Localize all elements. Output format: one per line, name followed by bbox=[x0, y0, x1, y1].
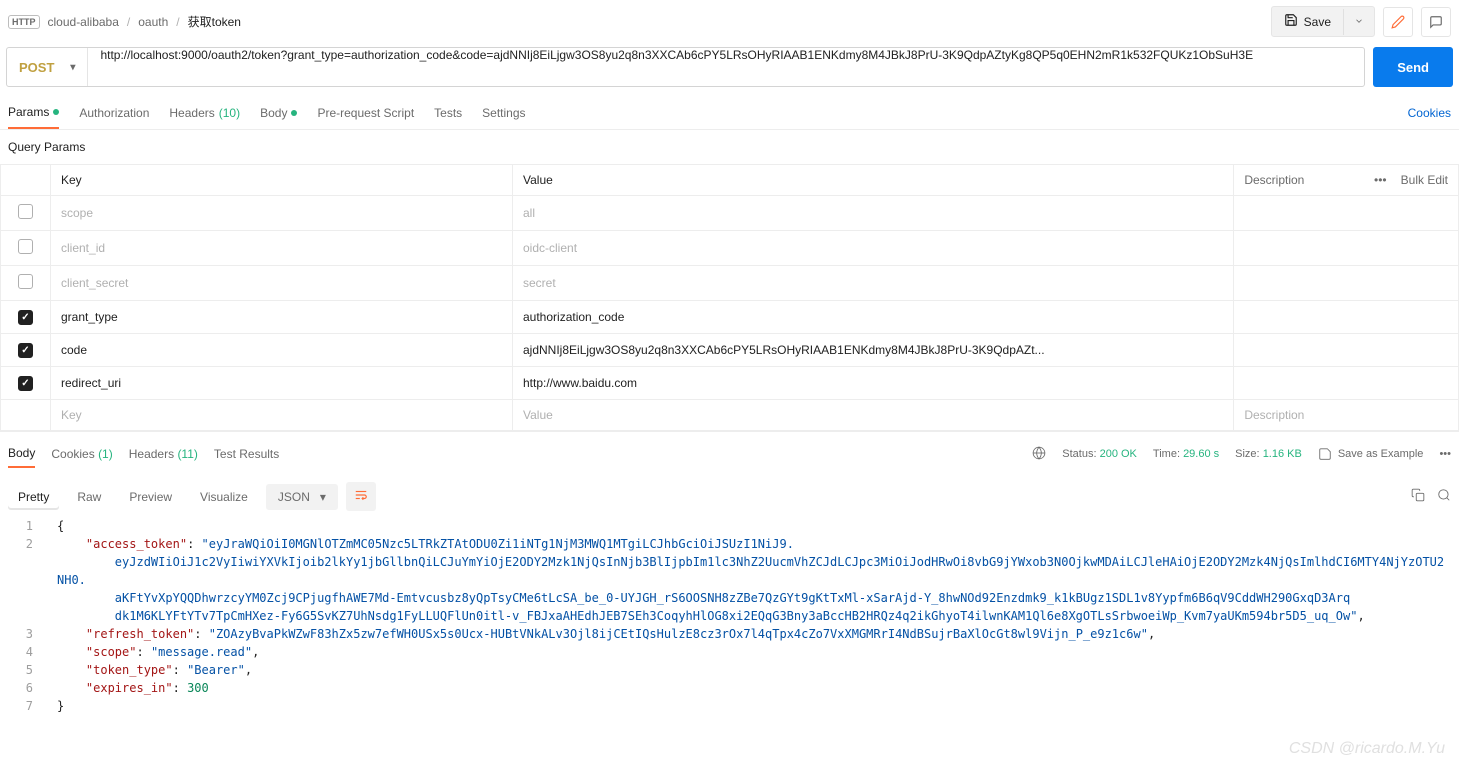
param-description-placeholder[interactable]: Description bbox=[1234, 400, 1459, 431]
param-description[interactable] bbox=[1234, 266, 1459, 301]
tab-params[interactable]: Params bbox=[8, 97, 59, 129]
checkbox[interactable] bbox=[18, 310, 33, 325]
param-key[interactable]: client_id bbox=[51, 231, 513, 266]
view-preview[interactable]: Preview bbox=[119, 484, 182, 510]
search-icon[interactable] bbox=[1437, 488, 1451, 505]
param-value[interactable]: secret bbox=[513, 266, 1234, 301]
param-key[interactable]: code bbox=[51, 334, 513, 367]
url-input[interactable]: http://localhost:9000/oauth2/token?grant… bbox=[88, 48, 1364, 86]
param-value[interactable]: all bbox=[513, 196, 1234, 231]
save-button-group: Save bbox=[1271, 6, 1375, 37]
save-label: Save bbox=[1304, 15, 1331, 29]
query-params-table: Key Value Description ••• Bulk Edit scop… bbox=[0, 164, 1459, 431]
method-label: POST bbox=[19, 60, 54, 75]
resp-tab-test-results[interactable]: Test Results bbox=[214, 441, 279, 467]
param-key[interactable]: redirect_uri bbox=[51, 367, 513, 400]
save-as-example-button[interactable]: Save as Example bbox=[1318, 447, 1424, 461]
status: Status: 200 OK bbox=[1062, 448, 1137, 460]
param-description[interactable] bbox=[1234, 196, 1459, 231]
comment-icon[interactable] bbox=[1421, 7, 1451, 37]
checkbox[interactable] bbox=[18, 239, 33, 254]
method-select[interactable]: POST ▾ bbox=[7, 48, 88, 86]
save-icon bbox=[1284, 13, 1298, 30]
watermark: CSDN @ricardo.M.Yu bbox=[1289, 740, 1445, 758]
checkbox[interactable] bbox=[18, 274, 33, 289]
param-key[interactable]: scope bbox=[51, 196, 513, 231]
table-row-new: KeyValueDescription bbox=[1, 400, 1459, 431]
wrap-lines-button[interactable] bbox=[346, 482, 376, 511]
table-row: client_secretsecret bbox=[1, 266, 1459, 301]
edit-icon[interactable] bbox=[1383, 7, 1413, 37]
checkbox[interactable] bbox=[18, 376, 33, 391]
col-value: Value bbox=[513, 165, 1234, 196]
save-button[interactable]: Save bbox=[1272, 7, 1343, 36]
table-row: codeajdNNIj8EiLjgw3OS8yu2q8n3XXCAb6cPY5L… bbox=[1, 334, 1459, 367]
copy-icon[interactable] bbox=[1411, 488, 1425, 505]
param-value[interactable]: ajdNNIj8EiLjgw3OS8yu2q8n3XXCAb6cPY5LRsOH… bbox=[513, 334, 1234, 367]
param-value-placeholder[interactable]: Value bbox=[513, 400, 1234, 431]
param-value[interactable]: http://www.baidu.com bbox=[513, 367, 1234, 400]
format-select[interactable]: JSON ▾ bbox=[266, 484, 338, 510]
resp-tab-headers[interactable]: Headers (11) bbox=[129, 441, 198, 467]
cookies-link[interactable]: Cookies bbox=[1408, 98, 1451, 128]
view-raw[interactable]: Raw bbox=[67, 484, 111, 510]
dot-icon bbox=[291, 110, 297, 116]
dot-icon bbox=[53, 109, 59, 115]
bulk-edit-link[interactable]: Bulk Edit bbox=[1401, 173, 1448, 187]
checkbox[interactable] bbox=[18, 204, 33, 219]
col-key: Key bbox=[51, 165, 513, 196]
tab-headers[interactable]: Headers (10) bbox=[169, 98, 240, 128]
resp-tab-body[interactable]: Body bbox=[8, 440, 35, 468]
tab-prerequest[interactable]: Pre-request Script bbox=[317, 98, 414, 128]
more-icon[interactable]: ••• bbox=[1374, 173, 1387, 187]
param-key[interactable]: grant_type bbox=[51, 301, 513, 334]
tab-authorization[interactable]: Authorization bbox=[79, 98, 149, 128]
more-icon[interactable]: ••• bbox=[1439, 448, 1451, 460]
breadcrumb-root[interactable]: cloud-alibaba bbox=[48, 15, 119, 29]
breadcrumb-mid[interactable]: oauth bbox=[138, 15, 168, 29]
chevron-down-icon: ▾ bbox=[70, 62, 75, 73]
save-dropdown-button[interactable] bbox=[1343, 9, 1374, 35]
param-description[interactable] bbox=[1234, 301, 1459, 334]
view-visualize[interactable]: Visualize bbox=[190, 484, 258, 510]
param-description[interactable] bbox=[1234, 231, 1459, 266]
send-button[interactable]: Send bbox=[1373, 47, 1453, 87]
size: Size: 1.16 KB bbox=[1235, 448, 1302, 460]
view-pretty[interactable]: Pretty bbox=[8, 484, 59, 510]
tab-body[interactable]: Body bbox=[260, 98, 297, 128]
table-row: grant_typeauthorization_code bbox=[1, 301, 1459, 334]
param-value[interactable]: authorization_code bbox=[513, 301, 1234, 334]
time: Time: 29.60 s bbox=[1153, 448, 1219, 460]
resp-tab-cookies[interactable]: Cookies (1) bbox=[51, 441, 112, 467]
table-row: redirect_urihttp://www.baidu.com bbox=[1, 367, 1459, 400]
query-params-title: Query Params bbox=[0, 130, 1459, 164]
response-body[interactable]: 1{2 "access_token": "eyJraWQiOiI0MGNlOTZ… bbox=[0, 517, 1459, 735]
tab-settings[interactable]: Settings bbox=[482, 98, 525, 128]
param-description[interactable] bbox=[1234, 334, 1459, 367]
chevron-down-icon: ▾ bbox=[320, 490, 326, 504]
checkbox[interactable] bbox=[18, 343, 33, 358]
col-description: Description bbox=[1244, 173, 1304, 187]
request-bar: POST ▾ http://localhost:9000/oauth2/toke… bbox=[6, 47, 1365, 87]
tab-tests[interactable]: Tests bbox=[434, 98, 462, 128]
param-key-placeholder[interactable]: Key bbox=[51, 400, 513, 431]
param-value[interactable]: oidc-client bbox=[513, 231, 1234, 266]
table-row: client_idoidc-client bbox=[1, 231, 1459, 266]
http-badge: HTTP bbox=[8, 15, 40, 29]
param-key[interactable]: client_secret bbox=[51, 266, 513, 301]
table-row: scopeall bbox=[1, 196, 1459, 231]
breadcrumb-current: 获取token bbox=[188, 13, 241, 30]
send-label: Send bbox=[1397, 60, 1429, 75]
param-description[interactable] bbox=[1234, 367, 1459, 400]
globe-icon[interactable] bbox=[1032, 446, 1046, 463]
breadcrumb: HTTP cloud-alibaba / oauth / 获取token bbox=[8, 13, 241, 30]
